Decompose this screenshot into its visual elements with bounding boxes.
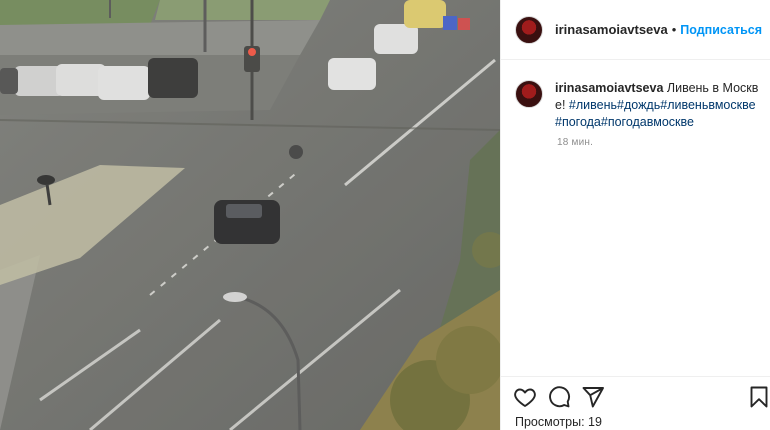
- avatar[interactable]: [515, 15, 543, 44]
- post-header: irinasamoiavtseva • Подписаться: [501, 0, 770, 60]
- post-media-video[interactable]: [0, 0, 500, 430]
- post-actions-bar: Просмотры: 19: [501, 376, 770, 430]
- views-label: Просмотры:: [515, 415, 585, 429]
- post-time[interactable]: 18 мин.: [557, 137, 593, 148]
- caption-avatar[interactable]: [515, 80, 543, 108]
- caption-comment: irinasamoiavtseva Ливень в Москве! #ливе…: [515, 80, 760, 131]
- post-side-panel: irinasamoiavtseva • Подписаться irinasam…: [500, 0, 770, 430]
- bookmark-icon[interactable]: [747, 385, 770, 409]
- views-count[interactable]: Просмотры: 19: [515, 415, 602, 429]
- header-username[interactable]: irinasamoiavtseva: [555, 22, 668, 37]
- heart-icon[interactable]: [513, 385, 537, 409]
- rainy-street-scene: [0, 0, 500, 430]
- views-number: 19: [588, 415, 602, 429]
- follow-button[interactable]: Подписаться: [680, 23, 762, 37]
- header-separator: •: [671, 22, 677, 37]
- caption-username[interactable]: irinasamoiavtseva: [555, 81, 663, 95]
- caption-text: irinasamoiavtseva Ливень в Москве! #ливе…: [555, 80, 760, 131]
- comment-icon[interactable]: [547, 385, 571, 409]
- share-icon[interactable]: [581, 385, 605, 409]
- caption-hashtags[interactable]: #ливень#дождь#ливеньвмоскве#погода#погод…: [555, 98, 756, 129]
